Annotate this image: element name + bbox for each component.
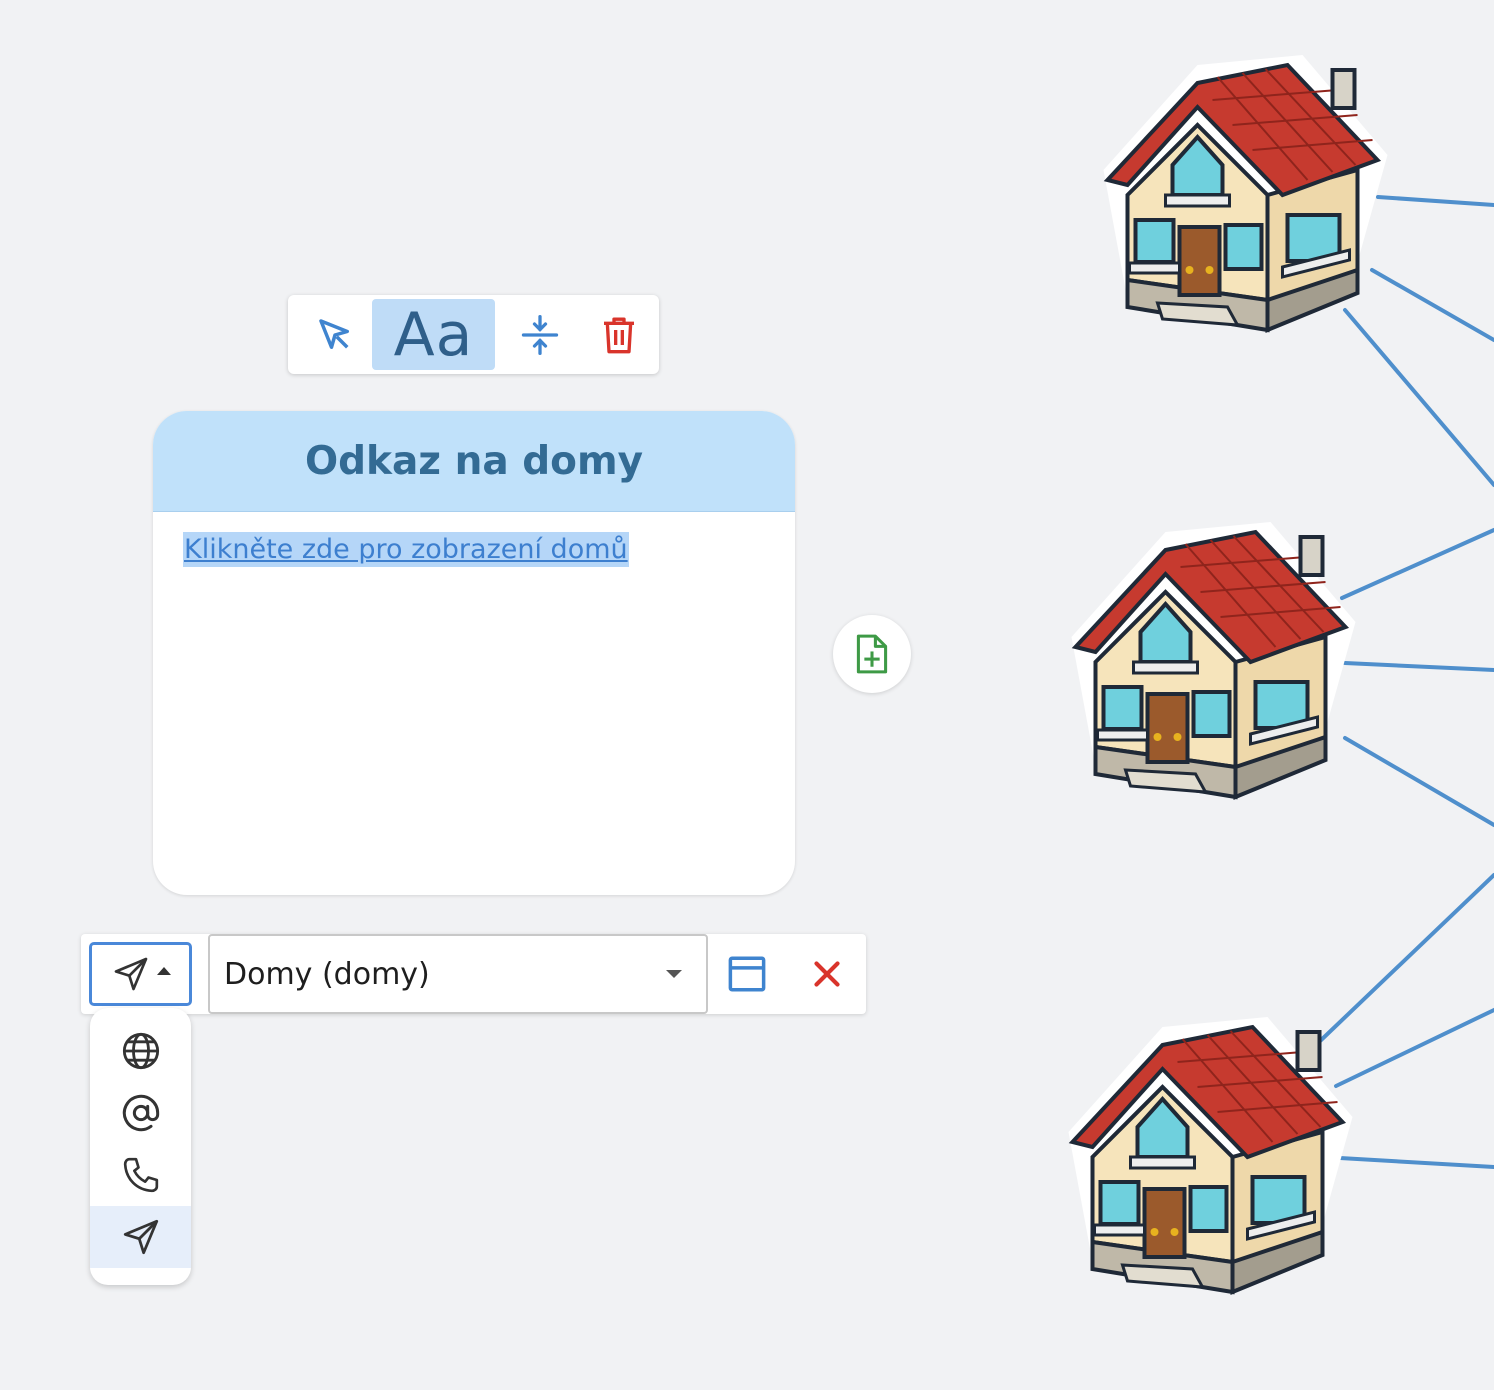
navigate-icon: [114, 957, 147, 991]
file-add-icon: [856, 634, 888, 674]
cursor-select-icon: [319, 318, 349, 349]
text-style-label: Aa: [393, 299, 474, 370]
close-button[interactable]: [801, 948, 853, 1000]
chevron-down-icon: [666, 970, 682, 978]
caret-up-icon: [156, 967, 171, 975]
house-image[interactable]: [1043, 512, 1368, 812]
link-type-navigate[interactable]: [90, 1206, 191, 1268]
link-target-select[interactable]: Domy (domy): [208, 934, 708, 1014]
navigate-icon: [123, 1219, 158, 1255]
link-type-email[interactable]: [90, 1082, 191, 1144]
card-header: Odkaz na domy: [153, 411, 795, 512]
card-title: Odkaz na domy: [304, 438, 644, 484]
window-icon: [728, 956, 766, 992]
house-image[interactable]: [1075, 45, 1400, 345]
card-link[interactable]: Klikněte zde pro zobrazení domů: [183, 532, 629, 567]
link-type-button[interactable]: [89, 942, 192, 1006]
link-editor: Domy (domy): [81, 934, 866, 1014]
link-type-web[interactable]: [90, 1020, 191, 1082]
globe-icon: [122, 1032, 159, 1070]
phone-icon: [123, 1157, 158, 1193]
close-icon: [814, 961, 840, 987]
link-card[interactable]: Odkaz na domy Klikněte zde pro zobrazení…: [153, 411, 795, 895]
trash-icon: [604, 317, 634, 353]
house-image[interactable]: [1040, 1007, 1365, 1307]
link-type-menu: [90, 1008, 191, 1285]
canvas: Aa Odkaz na domy Klikněte zde pro zobraz…: [0, 0, 1494, 1390]
delete-button[interactable]: [584, 299, 654, 370]
card-body: Klikněte zde pro zobrazení domů: [153, 512, 795, 567]
node-toolbar: Aa: [288, 295, 659, 374]
link-target-value: Domy (domy): [224, 956, 430, 992]
collapse-button[interactable]: [510, 299, 570, 370]
link-type-phone[interactable]: [90, 1144, 191, 1206]
open-window-button[interactable]: [721, 948, 773, 1000]
select-tool-button[interactable]: [302, 299, 368, 370]
collapse-icon: [521, 314, 559, 355]
add-note-button[interactable]: [833, 615, 911, 693]
text-style-button[interactable]: Aa: [372, 299, 495, 370]
at-icon: [122, 1094, 159, 1132]
